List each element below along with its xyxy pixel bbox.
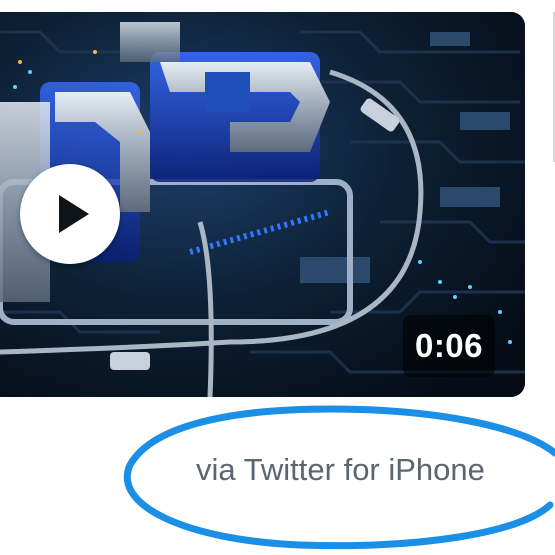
video-duration-badge: 0:06 — [403, 315, 495, 377]
tweet-source-label[interactable]: via Twitter for iPhone — [196, 452, 485, 488]
play-button[interactable] — [20, 164, 120, 264]
play-icon — [59, 195, 89, 233]
video-player[interactable]: 0:06 — [0, 12, 525, 397]
